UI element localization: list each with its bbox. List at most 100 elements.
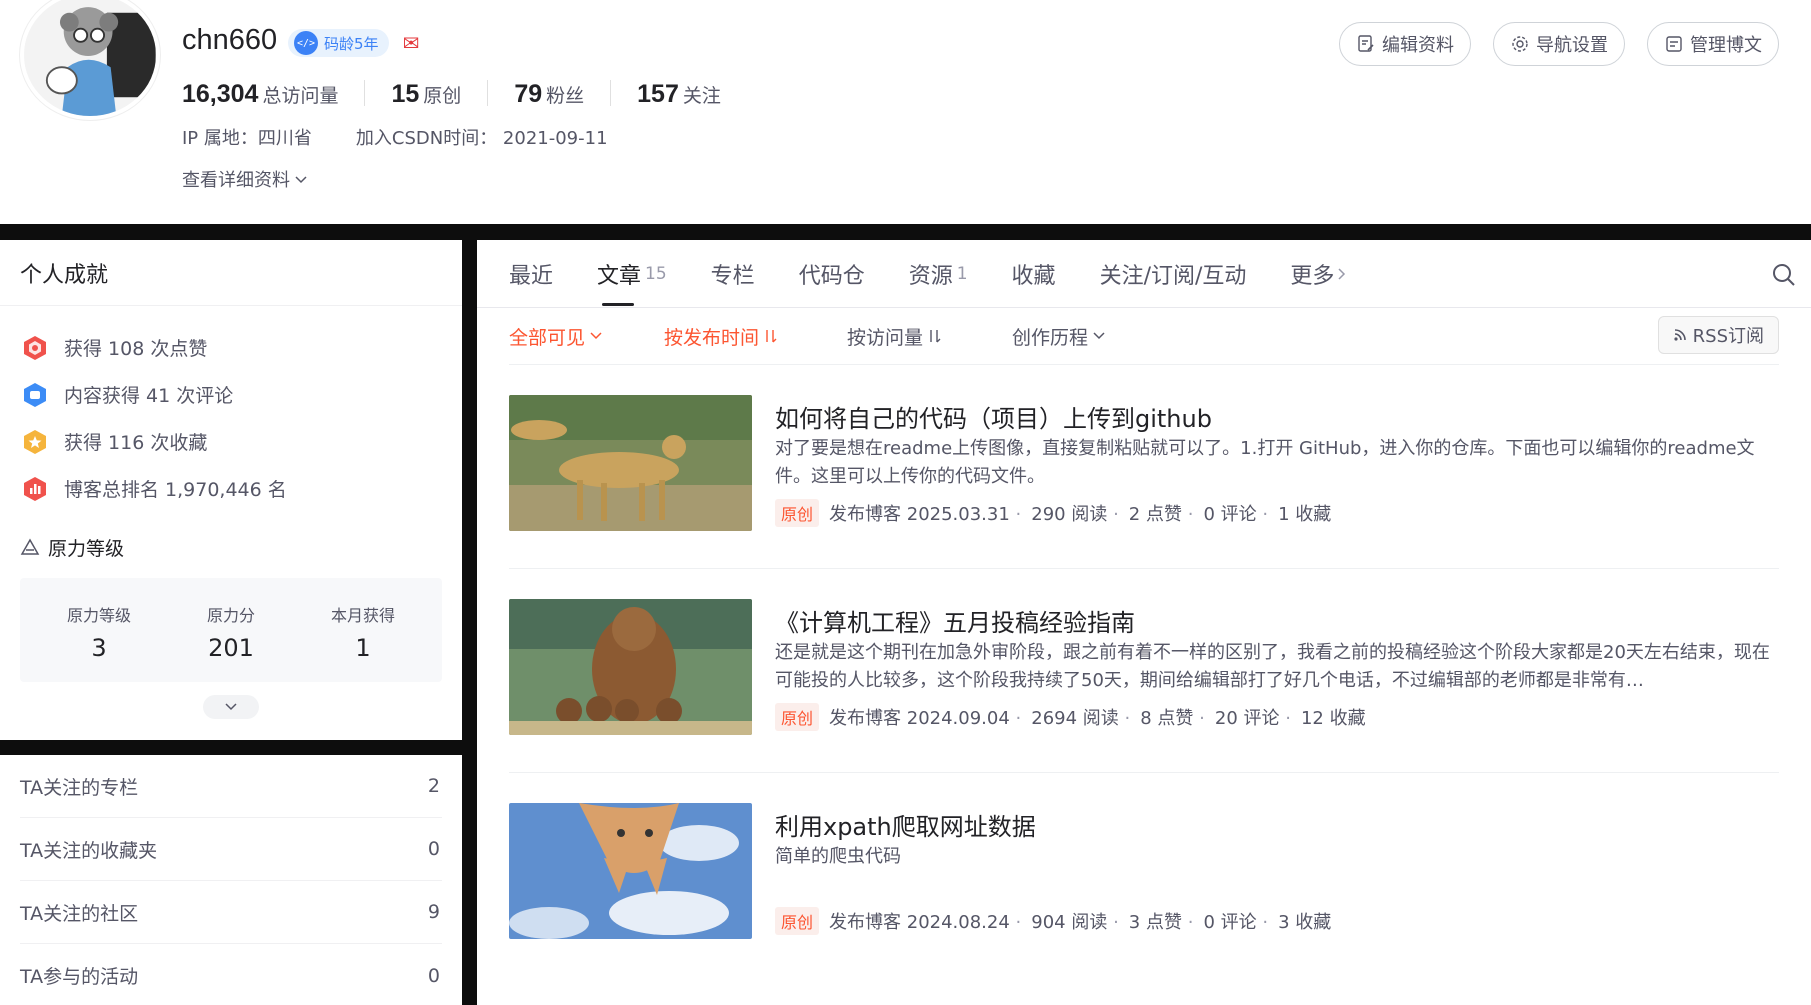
edit-profile-label: 编辑资料 xyxy=(1382,35,1454,56)
comment-count: 0 评论 xyxy=(1203,908,1278,934)
sort-icon xyxy=(930,330,941,343)
code-icon: </> xyxy=(294,31,318,55)
tab-follow-subscribe[interactable]: 关注/订阅/互动 xyxy=(1100,240,1247,308)
article-meta: 原创 发布博客 2024.08.24 904 阅读 3 点赞 0 评论 3 收藏 xyxy=(775,907,1331,935)
tab-code-repo[interactable]: 代码仓 xyxy=(799,240,865,308)
follow-row-favorites[interactable]: TA关注的收藏夹 0 xyxy=(20,818,442,881)
follow-count: 0 xyxy=(427,964,440,987)
follow-row-events[interactable]: TA参与的活动 0 xyxy=(20,944,442,1005)
achievement-likes-text: 获得 108 次点赞 xyxy=(64,338,208,360)
rank-medal-icon xyxy=(20,474,50,504)
stat-views-label: 总访问量 xyxy=(262,85,339,107)
tab-label: 关注/订阅/互动 xyxy=(1099,263,1247,289)
creation-history-label: 创作历程 xyxy=(1012,326,1089,349)
article-title[interactable]: 利用xpath爬取网址数据 xyxy=(775,807,1036,842)
tab-resources[interactable]: 资源 1 xyxy=(909,240,968,308)
achievement-favorites-text: 获得 116 次收藏 xyxy=(64,432,208,454)
manage-posts-label: 管理博文 xyxy=(1690,35,1762,56)
article-desc: 对了要是想在readme上传图像，直接复制粘贴就可以了。1.打开 GitHub，… xyxy=(775,438,1755,487)
level-value: 3 xyxy=(91,634,107,662)
article-item[interactable]: 利用xpath爬取网址数据 简单的爬虫代码 原创 发布博客 2024.08.24… xyxy=(509,772,1779,976)
visibility-filter[interactable]: 全部可见 xyxy=(509,323,664,350)
follow-row-columns[interactable]: TA关注的专栏 2 xyxy=(20,755,442,818)
article-list: 如何将自己的代码（项目）上传到github 对了要是想在readme上传图像，直… xyxy=(477,364,1811,976)
creation-history[interactable]: 创作历程 xyxy=(1012,323,1106,350)
article-item[interactable]: 《计算机工程》五月投稿经验指南 还是就是这个期刊在加急外审阶段，跟之前有着不一样… xyxy=(509,568,1779,772)
publish-date: 发布博客 2024.08.24 xyxy=(829,908,1031,934)
red-envelope-icon[interactable]: ✉ xyxy=(398,30,424,56)
rss-label: RSS订阅 xyxy=(1692,326,1764,347)
stat-original[interactable]: 15 原创 xyxy=(364,80,487,108)
article-meta: 原创 发布博客 2025.03.31 290 阅读 2 点赞 0 评论 1 收藏 xyxy=(775,499,1331,527)
profile-stats: 16,304 总访问量 15 原创 79 粉丝 157 关注 xyxy=(182,80,747,108)
tab-label: 最近 xyxy=(509,263,554,289)
tab-recent[interactable]: 最近 xyxy=(509,240,553,308)
publish-date: 发布博客 2025.03.31 xyxy=(829,500,1031,526)
profile-header: chn660 </> 码龄5年 ✉ 16,304 总访问量 15 原创 79 粉… xyxy=(0,0,1811,224)
tab-label: 专栏 xyxy=(710,263,755,289)
favorite-count: 3 收藏 xyxy=(1278,912,1332,933)
tab-label: 收藏 xyxy=(1011,263,1056,289)
username: chn660 xyxy=(182,24,278,56)
tab-columns[interactable]: 专栏 xyxy=(711,240,755,308)
comment-count: 0 评论 xyxy=(1203,500,1278,526)
edit-profile-button[interactable]: 编辑资料 xyxy=(1339,22,1471,66)
month-value: 1 xyxy=(355,634,371,662)
article-title[interactable]: 《计算机工程》五月投稿经验指南 xyxy=(775,603,1135,638)
view-details-link[interactable]: 查看详细资料 xyxy=(182,166,308,192)
edit-icon xyxy=(1358,35,1374,52)
nav-settings-button[interactable]: 导航设置 xyxy=(1493,22,1625,66)
achievements-list: 获得 108 次点赞 内容获得 41 次评论 获得 116 次收藏 博客总排名 … xyxy=(0,306,462,512)
visibility-label: 全部可见 xyxy=(509,326,586,349)
chevron-right-icon xyxy=(1338,267,1346,280)
sort-icon xyxy=(766,330,777,343)
follow-count: 0 xyxy=(427,838,440,860)
achievements-title: 个人成就 xyxy=(0,240,462,306)
achievements-panel: 个人成就 获得 108 次点赞 内容获得 41 次评论 获得 116 次收藏 博… xyxy=(0,240,462,740)
follow-label: TA关注的专栏 xyxy=(20,776,139,799)
original-tag: 原创 xyxy=(775,907,820,935)
manage-posts-button[interactable]: 管理博文 xyxy=(1647,22,1779,66)
article-desc: 简单的爬虫代码 xyxy=(775,846,901,867)
stat-following-label: 关注 xyxy=(682,85,721,107)
star-medal-icon xyxy=(20,427,50,457)
code-age-badge: </> 码龄5年 xyxy=(288,29,389,57)
original-tag: 原创 xyxy=(775,703,820,731)
article-thumbnail-bears[interactable] xyxy=(509,599,752,735)
score-value: 201 xyxy=(208,634,254,662)
search-icon[interactable] xyxy=(1771,262,1797,288)
sort-by-time-label: 按发布时间 xyxy=(664,326,760,349)
avatar[interactable] xyxy=(20,0,160,120)
achievement-rank: 博客总排名 1,970,446 名 xyxy=(20,465,442,512)
tab-label: 资源 xyxy=(908,263,953,289)
follow-row-communities[interactable]: TA关注的社区 9 xyxy=(20,881,442,944)
level-col-month: 本月获得 1 xyxy=(308,602,418,682)
tab-articles[interactable]: 文章 15 xyxy=(597,240,667,308)
article-thumbnail-cat[interactable] xyxy=(509,803,752,939)
stat-following[interactable]: 157 关注 xyxy=(610,80,747,108)
stat-fans[interactable]: 79 粉丝 xyxy=(487,80,610,108)
level-title: 原力等级 xyxy=(20,532,442,562)
rss-subscribe-button[interactable]: RSS订阅 xyxy=(1657,316,1779,354)
stat-following-num: 157 xyxy=(637,80,679,108)
article-title[interactable]: 如何将自己的代码（项目）上传到github xyxy=(775,399,1212,434)
nav-settings-label: 导航设置 xyxy=(1536,35,1608,56)
level-key: 原力等级 xyxy=(66,606,131,625)
sort-by-time[interactable]: 按发布时间 xyxy=(664,323,847,350)
original-tag: 原创 xyxy=(775,499,820,527)
tab-count: 1 xyxy=(956,263,968,284)
score-key: 原力分 xyxy=(206,606,255,625)
article-thumbnail-cheetah[interactable] xyxy=(509,395,752,531)
follow-label: TA关注的社区 xyxy=(20,902,139,925)
stat-fans-num: 79 xyxy=(514,80,543,108)
tab-more[interactable]: 更多 xyxy=(1290,240,1348,308)
tab-favorites[interactable]: 收藏 xyxy=(1012,240,1056,308)
article-meta: 原创 发布博客 2024.09.04 2694 阅读 8 点赞 20 评论 12… xyxy=(775,703,1366,731)
stat-views: 16,304 总访问量 xyxy=(182,80,364,108)
sort-by-views[interactable]: 按访问量 xyxy=(847,323,1012,350)
level-stats: 原力等级 3 原力分 201 本月获得 1 xyxy=(20,578,442,682)
chevron-down-icon xyxy=(225,703,237,711)
favorite-count: 12 收藏 xyxy=(1300,708,1366,729)
expand-level-button[interactable] xyxy=(203,695,259,719)
article-item[interactable]: 如何将自己的代码（项目）上传到github 对了要是想在readme上传图像，直… xyxy=(509,364,1779,568)
